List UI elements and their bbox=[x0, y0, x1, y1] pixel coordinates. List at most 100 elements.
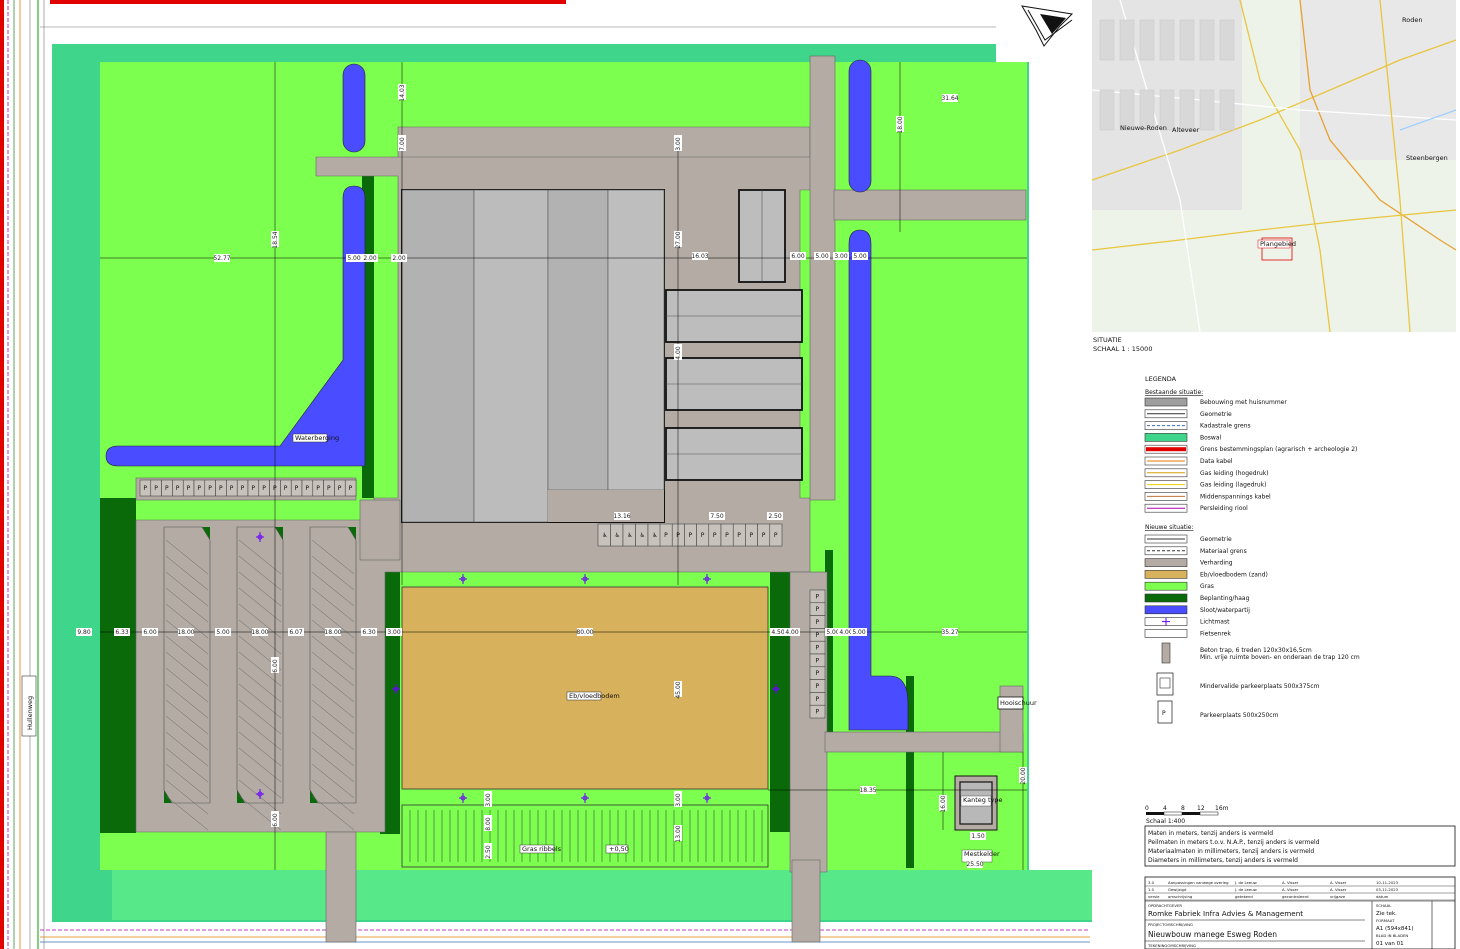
dimension-value: 6.00 bbox=[143, 629, 157, 636]
dimension-value: 13.16 bbox=[613, 513, 630, 520]
dimension-value: 3.00 bbox=[485, 793, 492, 807]
parking-bay-label: P bbox=[262, 485, 266, 492]
legend-item-label: Gas leiding (lagedruk) bbox=[1200, 482, 1266, 489]
parking-bay-label: P bbox=[176, 485, 180, 492]
legend-item-label: Kadastrale grens bbox=[1200, 423, 1251, 430]
dimension-value: 5.00 bbox=[826, 629, 840, 636]
legend-item-label: Materiaal grens bbox=[1200, 548, 1247, 555]
dimension-value: 1.50 bbox=[971, 833, 985, 840]
legend-item: Gas leiding (hogedruk) bbox=[1144, 468, 1269, 478]
dimension-value: 5.00 bbox=[815, 253, 829, 260]
dimension-value: 7.00 bbox=[399, 137, 406, 151]
dimension-value: 5.00 bbox=[852, 629, 866, 636]
legend-item-label: Middenspannings kabel bbox=[1200, 493, 1271, 500]
dimension-value: 6.30 bbox=[362, 629, 376, 636]
parking-bay-label: P bbox=[664, 532, 668, 539]
legend-swatch bbox=[1144, 433, 1188, 442]
legend-existing-header: Bestaande situatie: bbox=[1145, 389, 1203, 396]
scale-tick-4: 16m bbox=[1215, 805, 1229, 812]
map-block bbox=[1099, 19, 1115, 61]
arena-label: Eb/vloedbodem bbox=[569, 692, 620, 700]
legend-item-label: Gas leiding (hogedruk) bbox=[1200, 470, 1269, 477]
legend-item-label: Sloot/waterpartij bbox=[1200, 607, 1250, 614]
parking-bay-label: P bbox=[316, 485, 320, 492]
legend-title: LEGENDA bbox=[1145, 375, 1177, 383]
client-name: Romke Fabriek Infra Advies & Management bbox=[1148, 909, 1303, 918]
parking-bay-label: P bbox=[816, 657, 820, 664]
parking-bay-label: P bbox=[208, 485, 212, 492]
parking-bay-label: P bbox=[816, 670, 820, 677]
parking-bay-label: P bbox=[154, 485, 158, 492]
legend-item: Boswal bbox=[1144, 433, 1221, 442]
dimension-value: 2.50 bbox=[485, 845, 492, 859]
parking-bay-label: ♿ bbox=[615, 532, 620, 539]
parking-bay-label: P bbox=[713, 532, 717, 539]
revision-cell: datum bbox=[1376, 894, 1389, 899]
legend-parking-symbol: P bbox=[1162, 710, 1166, 717]
legend-swatch bbox=[1144, 421, 1188, 430]
revision-cell: Aanpassingen vanwege overleg bbox=[1168, 880, 1229, 885]
parking-bay-label: P bbox=[774, 532, 778, 539]
revision-cell: getekend bbox=[1235, 894, 1253, 899]
legend-item: Eb/vloedbodem (zand) bbox=[1144, 570, 1268, 579]
legend-swatch bbox=[1144, 581, 1188, 591]
dimension-value: 6.00 bbox=[272, 813, 279, 827]
legend-parking-label: Parkeerplaats 500x250cm bbox=[1200, 712, 1279, 719]
dimension-value: 2.00 bbox=[363, 255, 377, 262]
map-block bbox=[1119, 19, 1135, 61]
legend-item-label: Bebouwing met huisnummer bbox=[1200, 399, 1287, 406]
client-label: OPDRACHTGEVER bbox=[1148, 903, 1182, 908]
revision-cell: A. Visser bbox=[1282, 880, 1299, 885]
scale-tick-3: 12 bbox=[1197, 805, 1205, 812]
revision-cell: vrijgave bbox=[1330, 894, 1346, 899]
dimension-value: 31.64 bbox=[941, 95, 958, 102]
dimension-value: 35.27 bbox=[941, 629, 958, 636]
scale-tick-1: 4 bbox=[1163, 805, 1167, 812]
street-label: Hullenweg bbox=[21, 675, 37, 737]
parking-bay-label: P bbox=[187, 485, 191, 492]
revision-cell: J. de Leeuw bbox=[1234, 887, 1257, 892]
project-label: PROJECTOMSCHRIJVING bbox=[1148, 922, 1193, 927]
dimension-value: 18.00 bbox=[177, 629, 194, 636]
dimension-value: 18.00 bbox=[251, 629, 268, 636]
legend-stair-line1: Beton trap, 6 treden 120x30x16,5cm bbox=[1200, 647, 1312, 654]
parking-bay-label: P bbox=[219, 485, 223, 492]
main-building bbox=[401, 189, 665, 523]
revision-cell: Gewijzigd bbox=[1168, 887, 1187, 892]
dimension-value: 5.00 bbox=[853, 253, 867, 260]
legend-item-label: Geometrie bbox=[1200, 411, 1232, 418]
dimension-value: 4.00 bbox=[785, 629, 799, 636]
notes-box: Maten in meters, tenzij anders is vermel… bbox=[1144, 825, 1456, 867]
dimension-value: 25.50 bbox=[966, 861, 983, 868]
revision-cell: A. Visser bbox=[1330, 880, 1347, 885]
parking-bay-label: ♿ bbox=[602, 532, 607, 539]
dimension-value: 6.33 bbox=[115, 629, 129, 636]
map-place-1: Roden bbox=[1402, 16, 1422, 24]
map-site-tag: Plangebied bbox=[1260, 240, 1296, 248]
dimension-value: 4.00 bbox=[839, 629, 853, 636]
arena: Eb/vloedbodem bbox=[401, 586, 769, 790]
map-block bbox=[1099, 89, 1115, 131]
legend-item-label: Fietsenrek bbox=[1200, 630, 1231, 637]
grass-level-label: +0,50 bbox=[609, 845, 629, 853]
format-label: FORMAAT bbox=[1376, 918, 1395, 923]
map-block bbox=[1179, 19, 1195, 61]
parking-bay-label: ♿ bbox=[627, 532, 632, 539]
dimension-value: 16.03 bbox=[691, 253, 708, 260]
parking-bay-label: P bbox=[284, 485, 288, 492]
format-value: A1 (594x841) bbox=[1376, 926, 1414, 932]
legend-swatch bbox=[1144, 629, 1188, 638]
map-place-2: Nieuwe-Roden bbox=[1120, 124, 1167, 132]
scale-label: SCHAAL bbox=[1376, 903, 1392, 908]
legend-swatch-line bbox=[1146, 447, 1186, 452]
parking-bay-label: P bbox=[689, 532, 693, 539]
dimension-value: 7.50 bbox=[710, 513, 724, 520]
note-4: Diameters in millimeters, tenzij anders … bbox=[1148, 857, 1298, 864]
dimension-value: 3.00 bbox=[675, 793, 682, 807]
site-plan: Hullenweg Eb/vloedbodem Gras ribbels +0,… bbox=[0, 0, 1460, 949]
dimension-value: 3.00 bbox=[387, 629, 401, 636]
street-name: Hullenweg bbox=[26, 696, 34, 730]
dimension-value: 5.00 bbox=[347, 255, 361, 262]
parking-bay-label: ♿ bbox=[640, 532, 645, 539]
legend-item-label: Geometrie bbox=[1200, 536, 1232, 543]
